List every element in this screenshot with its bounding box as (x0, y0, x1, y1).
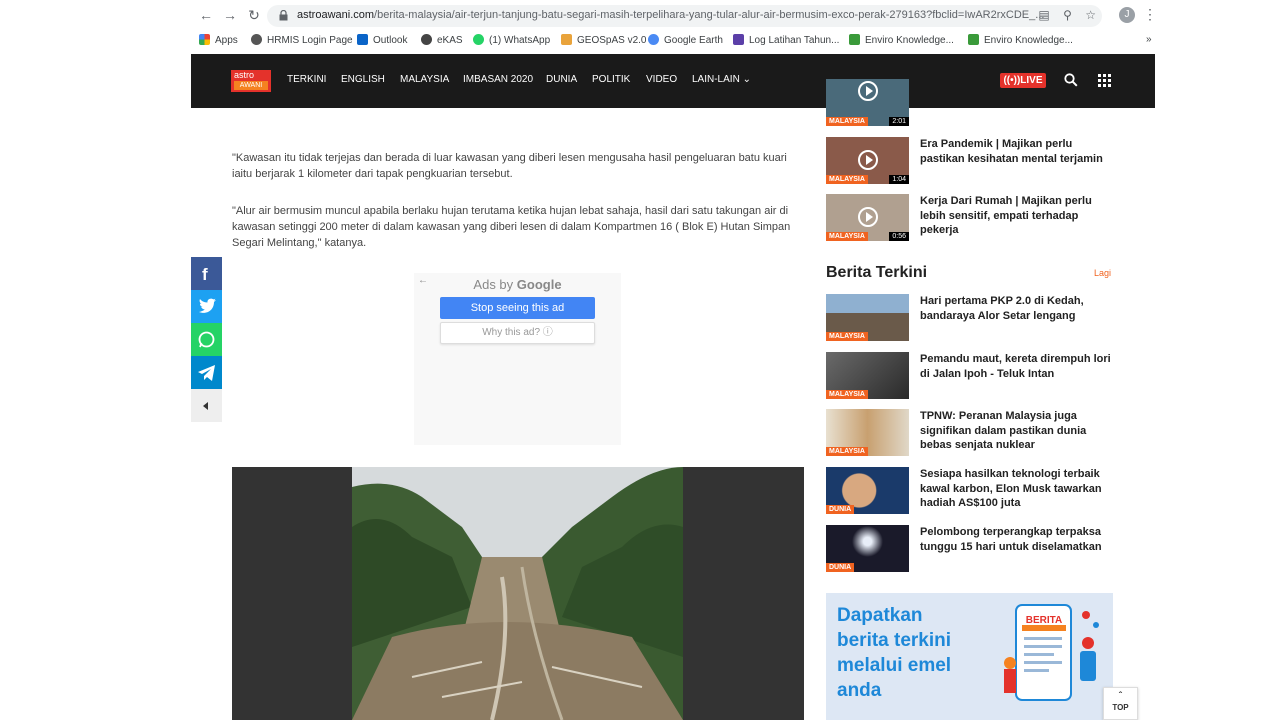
bookmark-item[interactable]: eKAS (421, 34, 463, 46)
landslide-photo (352, 467, 683, 720)
telegram-share-button[interactable] (191, 356, 222, 389)
caret-left-icon (203, 402, 208, 410)
newsletter-promo[interactable]: Dapatkan berita terkini melalui emel and… (826, 593, 1113, 720)
more-bookmarks-icon[interactable]: » (1146, 34, 1152, 45)
twitter-share-button[interactable] (191, 290, 222, 323)
more-link[interactable]: Lagi (1094, 268, 1111, 278)
address-row: ← → ↻ astroawani.com/berita-malaysia/air… (191, 0, 1157, 30)
telegram-icon (198, 365, 215, 381)
browser-chrome: ← → ↻ astroawani.com/berita-malaysia/air… (191, 0, 1157, 54)
apps-grid-icon[interactable] (1098, 74, 1111, 87)
nav-malaysia[interactable]: MALAYSIA (400, 74, 449, 85)
chevron-up-icon: ˆ (1118, 691, 1123, 702)
browser-menu-icon[interactable]: ⋮ (1143, 6, 1157, 23)
nav-video[interactable]: VIDEO (646, 74, 677, 85)
outlook-icon (357, 34, 368, 45)
news-thumbnail[interactable]: MALAYSIA (826, 294, 909, 341)
news-thumbnail[interactable]: DUNIA (826, 467, 909, 514)
video-thumbnail[interactable]: MALAYSIA 0:56 (826, 194, 909, 241)
facebook-icon: f (202, 265, 208, 284)
nav-terkini[interactable]: TERKINI (287, 74, 326, 85)
search-icon[interactable] (1064, 73, 1078, 87)
section-title: Berita Terkini (826, 264, 928, 281)
bookmark-item[interactable]: Apps (199, 34, 238, 46)
google-ad: ← Ads by Google Stop seeing this ad Why … (414, 273, 621, 445)
nav-english[interactable]: ENGLISH (341, 74, 385, 85)
zoom-icon[interactable]: ⚲ (1063, 8, 1072, 22)
article-paragraph: "Alur air bermusim muncul apabila berlak… (232, 205, 791, 249)
nav-dunia[interactable]: DUNIA (546, 74, 577, 85)
news-title[interactable]: Sesiapa hasilkan teknologi terbaik kawal… (920, 467, 1115, 511)
translate-icon[interactable]: ▤ (1038, 8, 1049, 22)
nav-politik[interactable]: POLITIK (592, 74, 630, 85)
nav-imbasan-2020[interactable]: IMBASAN 2020 (463, 74, 533, 85)
video-title[interactable]: Kerja Dari Rumah | Majikan perlu lebih s… (920, 194, 1115, 238)
profile-avatar[interactable]: J (1119, 7, 1135, 23)
url-text: astroawani.com/berita-malaysia/air-terju… (297, 9, 1045, 21)
video-thumbnail[interactable]: MALAYSIA 2:01 (826, 79, 909, 126)
info-icon: ⓘ (542, 327, 553, 338)
enviro-icon (849, 34, 860, 45)
news-thumbnail[interactable]: DUNIA (826, 525, 909, 572)
globe-icon (421, 34, 432, 45)
broadcast-icon: ((•)) (1003, 75, 1021, 86)
news-thumbnail[interactable]: MALAYSIA (826, 409, 909, 456)
article-photo-frame (232, 467, 804, 720)
geospas-icon (561, 34, 572, 45)
star-icon[interactable]: ☆ (1085, 8, 1096, 22)
newsletter-illustration: BERITA (1004, 604, 1099, 701)
news-title[interactable]: Hari pertama PKP 2.0 di Kedah, bandaraya… (920, 294, 1115, 323)
svg-text:f: f (202, 265, 208, 284)
globe-icon (251, 34, 262, 45)
play-icon (858, 150, 878, 170)
bookmark-item[interactable]: HRMIS Login Page (251, 34, 353, 46)
promo-text: Dapatkan berita terkini melalui emel and… (837, 605, 952, 701)
video-thumbnail[interactable]: MALAYSIA 1:04 (826, 137, 909, 184)
apps-icon (199, 34, 210, 45)
play-icon (858, 207, 878, 227)
ads-by-google: Ads by Google (473, 277, 562, 292)
bookmark-item[interactable]: (1) WhatsApp (473, 34, 550, 46)
twitter-icon (199, 298, 216, 313)
whatsapp-share-button[interactable] (191, 323, 222, 356)
astro-awani-logo[interactable]: astro AWANI (231, 70, 271, 92)
svg-text:BERITA: BERITA (1026, 615, 1062, 626)
chevron-down-icon: ⌄ (742, 74, 751, 85)
stop-seeing-ad-button[interactable]: Stop seeing this ad (440, 297, 595, 319)
live-button[interactable]: ((•))LIVE (1000, 73, 1046, 88)
whatsapp-icon (473, 34, 484, 45)
news-thumbnail[interactable]: MALAYSIA (826, 352, 909, 399)
article-photo (352, 467, 683, 720)
address-bar[interactable]: astroawani.com/berita-malaysia/air-terju… (267, 5, 1102, 27)
enviro-icon (968, 34, 979, 45)
news-title[interactable]: Pemandu maut, kereta dirempuh lori di Ja… (920, 352, 1115, 381)
bookmarks-bar: Apps HRMIS Login Page Outlook eKAS (1) W… (191, 30, 1155, 52)
back-arrow-icon[interactable]: ← (197, 6, 215, 24)
bookmark-item[interactable]: Log Latihan Tahun... (733, 34, 839, 46)
bookmark-item[interactable]: Google Earth (648, 34, 723, 46)
video-title[interactable]: Era Pandemik | Majikan perlu pastikan ke… (920, 137, 1115, 166)
why-this-ad-button[interactable]: Why this ad? ⓘ (440, 322, 595, 344)
nav-lain-lain[interactable]: LAIN-LAIN ⌄ (692, 74, 751, 85)
play-icon (858, 81, 878, 101)
url-actions: ▤ ⚲ ☆ (1028, 8, 1096, 22)
lock-icon (279, 10, 288, 21)
log-icon (733, 34, 744, 45)
facebook-share-button[interactable]: f (191, 257, 222, 290)
collapse-share-button[interactable] (191, 389, 222, 422)
news-title[interactable]: TPNW: Peranan Malaysia juga signifikan d… (920, 409, 1115, 453)
site-navbar: astro AWANI TERKINI ENGLISH MALAYSIA IMB… (191, 54, 1155, 108)
bookmark-item[interactable]: Enviro Knowledge... (968, 34, 1073, 46)
bookmark-item[interactable]: Enviro Knowledge... (849, 34, 954, 46)
forward-arrow-icon[interactable]: → (221, 6, 239, 24)
reload-icon[interactable]: ↻ (245, 6, 263, 24)
scroll-to-top-button[interactable]: ˆ TOP (1103, 687, 1138, 720)
article-paragraph: "Kawasan itu tidak terjejas dan berada d… (232, 152, 787, 180)
bookmark-item[interactable]: GEOSpAS v2.0 (561, 34, 646, 46)
news-title[interactable]: Pelombong terperangkap terpaksa tunggu 1… (920, 525, 1115, 554)
google-earth-icon (648, 34, 659, 45)
bookmark-item[interactable]: Outlook (357, 34, 407, 46)
whatsapp-icon (198, 331, 215, 348)
